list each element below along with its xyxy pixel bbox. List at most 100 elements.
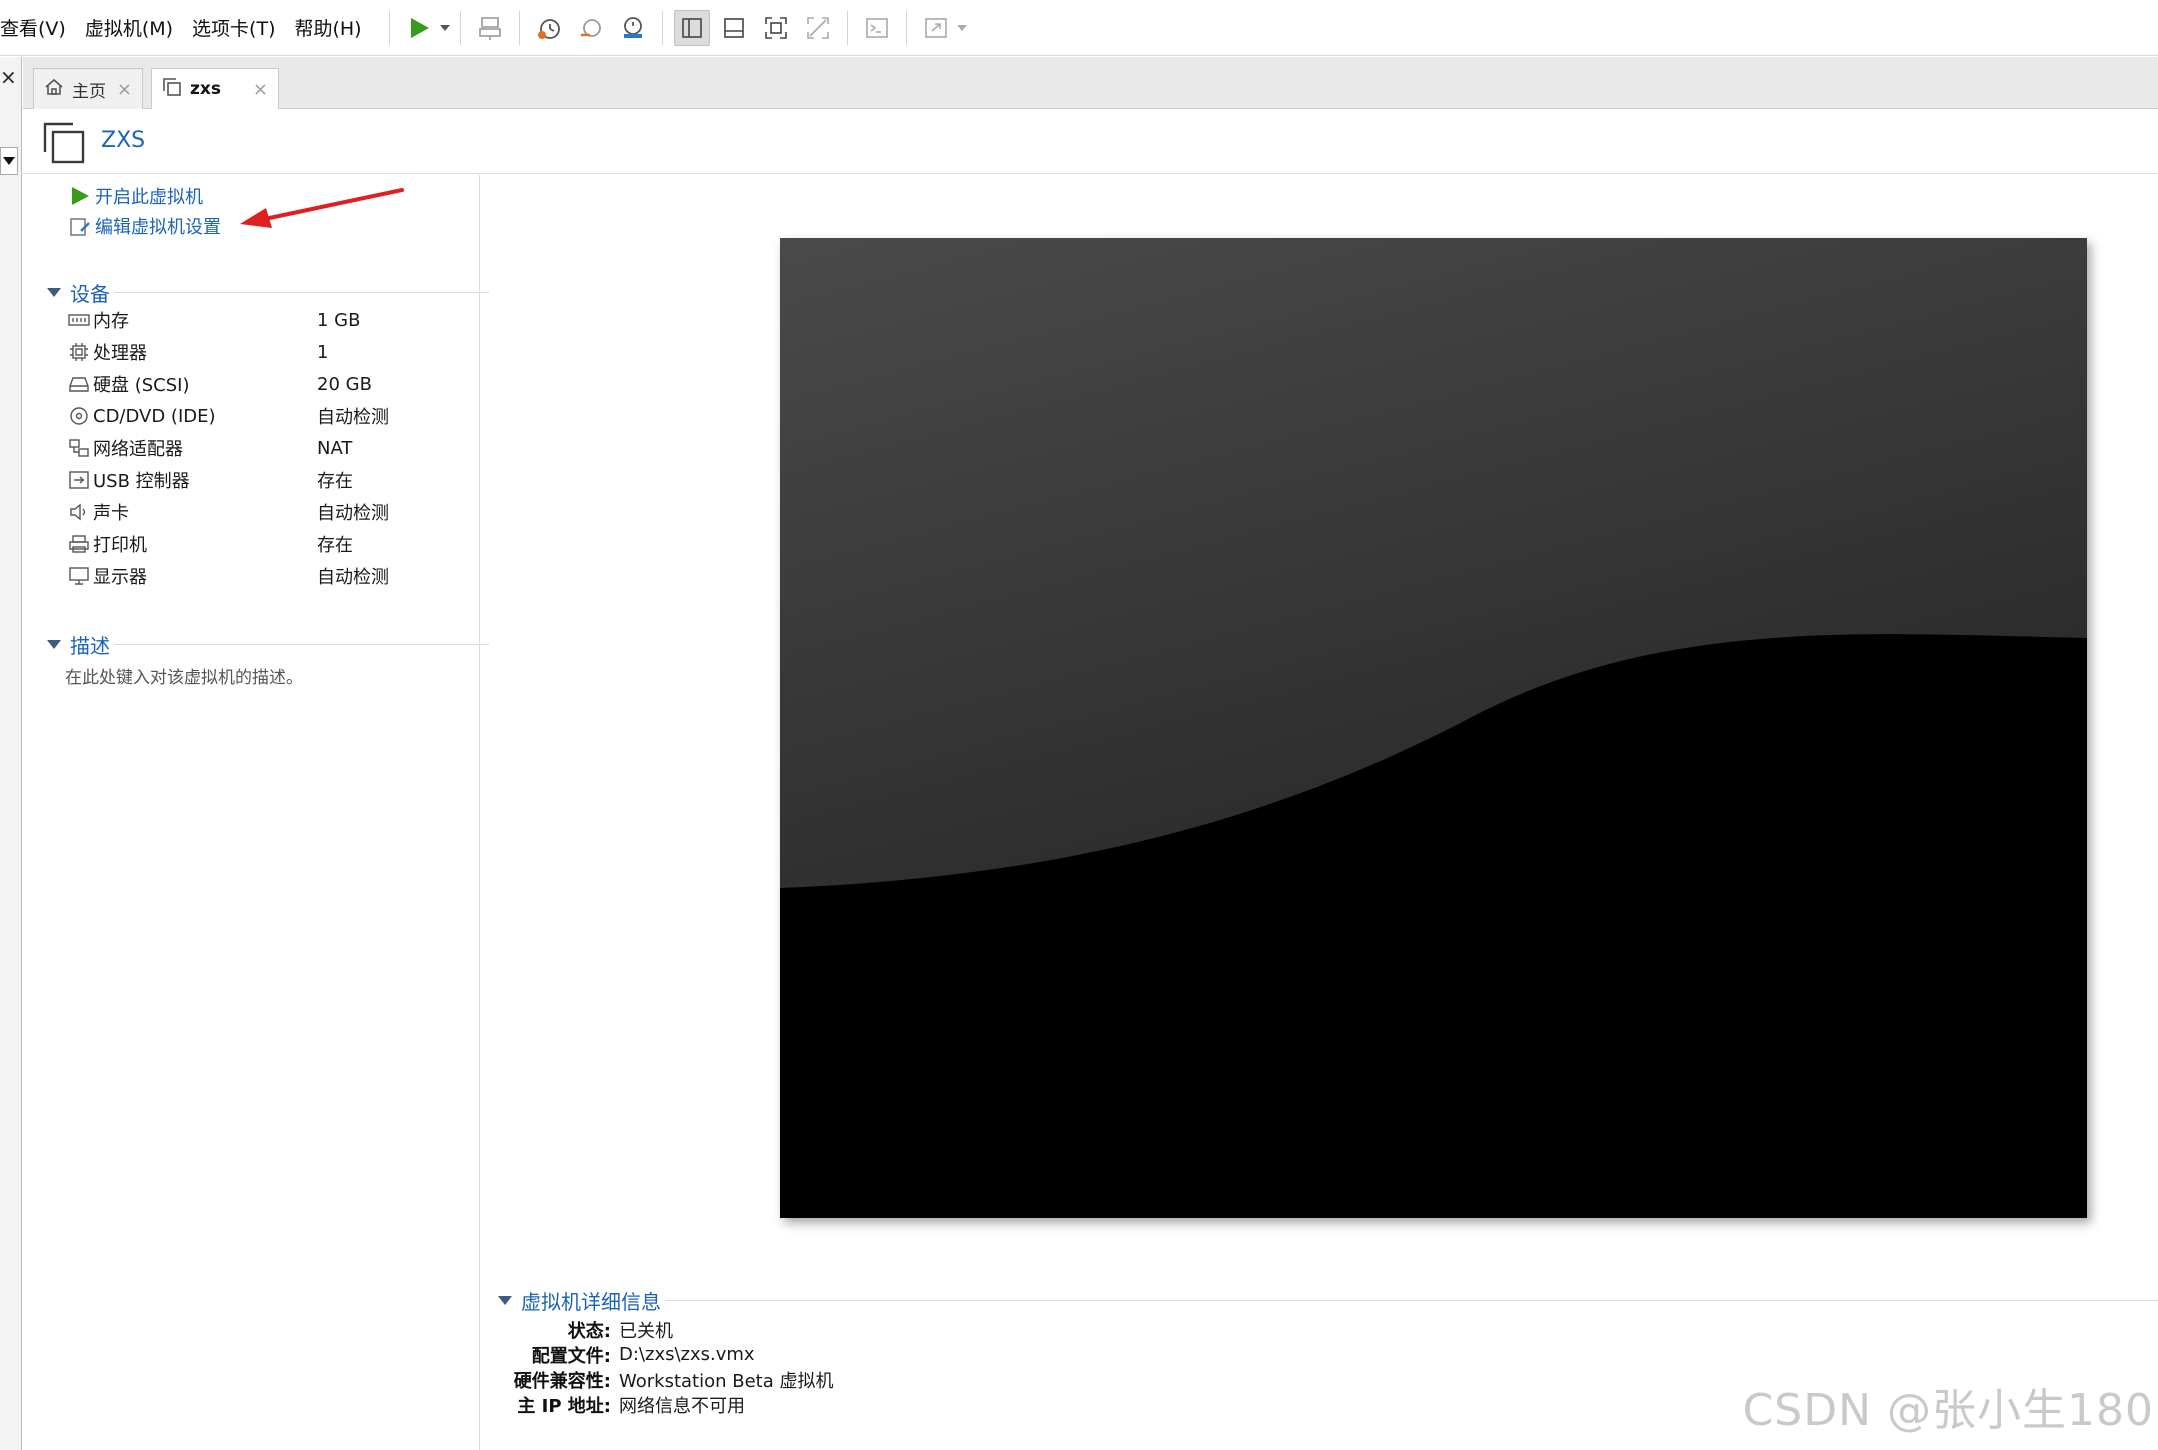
description-field[interactable]: 在此处键入对该虚拟机的描述。 xyxy=(65,663,303,688)
device-value: 存在 xyxy=(317,471,353,492)
edit-vm-settings-label: 编辑虚拟机设置 xyxy=(95,217,221,238)
printer-icon xyxy=(67,532,91,556)
device-row-usb[interactable]: USB 控制器 存在 xyxy=(67,465,467,495)
tab-bar: 主页 × zxs × xyxy=(23,57,2158,109)
tab-zxs[interactable]: zxs × xyxy=(151,68,279,109)
vm-large-icon xyxy=(41,120,87,166)
device-value: 存在 xyxy=(317,535,353,556)
revert-snapshot-icon[interactable] xyxy=(573,10,609,46)
device-row-cpu[interactable]: 处理器 1 xyxy=(67,337,467,367)
device-value: 1 GB xyxy=(317,309,361,331)
memory-icon xyxy=(67,308,91,332)
detail-ip-address: 主 IP 地址: 网络信息不可用 xyxy=(498,1392,1398,1417)
usb-icon xyxy=(67,468,91,492)
send-keys-icon[interactable] xyxy=(472,10,508,46)
fullscreen-icon[interactable] xyxy=(758,10,794,46)
menu-tabs[interactable]: 选项卡(T) xyxy=(192,14,286,41)
detail-key: 主 IP 地址: xyxy=(517,1395,611,1417)
network-adapter-icon xyxy=(67,436,91,460)
device-row-cd-dvd[interactable]: CD/DVD (IDE) 自动检测 xyxy=(67,401,467,431)
close-icon[interactable]: × xyxy=(253,79,268,100)
device-value: 自动检测 xyxy=(317,407,389,428)
thumbnail-view-icon[interactable] xyxy=(716,10,752,46)
collapse-triangle-icon xyxy=(498,1295,512,1305)
chevron-down-icon[interactable] xyxy=(0,147,18,175)
detail-key: 状态: xyxy=(567,1320,611,1342)
snapshot-manager-icon[interactable] xyxy=(615,10,651,46)
description-section-header[interactable]: 描述 xyxy=(47,631,489,658)
stretch-icon[interactable] xyxy=(918,10,954,46)
watermark: CSDN @张小生180 xyxy=(1742,1385,2154,1436)
close-library-icon[interactable]: × xyxy=(0,65,17,89)
device-row-printer[interactable]: 打印机 存在 xyxy=(67,529,467,559)
divider xyxy=(114,291,489,293)
toolbar-separator xyxy=(905,10,907,45)
device-row-sound-card[interactable]: 声卡 自动检测 xyxy=(67,497,467,527)
dropdown-caret-icon[interactable] xyxy=(438,10,452,46)
detail-key: 配置文件: xyxy=(531,1345,611,1367)
device-name: USB 控制器 xyxy=(93,471,190,492)
device-name: 内存 xyxy=(93,311,129,332)
stretch-dropdown-icon[interactable] xyxy=(955,10,969,46)
toolbar-separator xyxy=(388,10,390,45)
detail-key: 硬件兼容性: xyxy=(513,1370,611,1392)
close-icon[interactable]: × xyxy=(117,79,132,100)
cd-dvd-icon xyxy=(67,404,91,428)
detail-state: 状态: 已关机 xyxy=(498,1317,1398,1342)
device-name: 打印机 xyxy=(93,535,147,556)
sound-card-icon xyxy=(67,500,91,524)
cpu-icon xyxy=(67,340,91,364)
device-row-memory[interactable]: 内存 1 GB xyxy=(67,305,467,335)
divider xyxy=(665,1299,2158,1301)
menu-view[interactable]: 查看(V) xyxy=(0,14,77,41)
hard-disk-icon xyxy=(67,372,91,396)
menu-help[interactable]: 帮助(H) xyxy=(294,14,372,41)
vm-summary-panel: 开启此虚拟机 编辑虚拟机设置 设备 内存 1 GB 处理器 1 硬盘 (SCSI… xyxy=(23,175,489,1450)
start-vm-label: 开启此虚拟机 xyxy=(95,187,203,208)
device-name: 网络适配器 xyxy=(93,439,183,460)
detail-config-file: 配置文件: D:\zxs\zxs.vmx xyxy=(498,1342,1398,1367)
devices-heading: 设备 xyxy=(70,281,110,306)
detail-value: D:\zxs\zxs.vmx xyxy=(619,1344,755,1365)
device-value: 1 xyxy=(317,341,329,363)
device-name: CD/DVD (IDE) xyxy=(93,405,216,427)
device-row-hard-disk[interactable]: 硬盘 (SCSI) 20 GB xyxy=(67,369,467,399)
vm-header: ZXS xyxy=(23,110,2158,174)
vm-screen-preview[interactable] xyxy=(780,238,2087,1218)
play-icon[interactable] xyxy=(401,10,437,46)
page-title: ZXS xyxy=(101,128,146,153)
toolbar-separator xyxy=(518,10,520,45)
snapshot-icon[interactable] xyxy=(531,10,567,46)
toolbar-separator xyxy=(661,10,663,45)
device-value: NAT xyxy=(317,437,353,459)
device-value: 自动检测 xyxy=(317,567,389,588)
console-icon[interactable] xyxy=(859,10,895,46)
edit-vm-settings-link[interactable]: 编辑虚拟机设置 xyxy=(69,213,221,239)
details-heading: 虚拟机详细信息 xyxy=(521,1289,661,1314)
vm-thumbnail xyxy=(780,238,2087,1218)
details-section-header[interactable]: 虚拟机详细信息 xyxy=(498,1286,2158,1314)
vm-icon xyxy=(162,77,182,102)
detail-value: Workstation Beta 虚拟机 xyxy=(619,1370,834,1392)
annotation-arrow-icon xyxy=(240,188,404,228)
toolbar-separator xyxy=(459,10,461,45)
detail-value: 已关机 xyxy=(619,1320,673,1342)
library-view-icon[interactable] xyxy=(673,9,710,46)
menu-vm[interactable]: 虚拟机(M) xyxy=(85,14,184,41)
menubar: 查看(V) 虚拟机(M) 选项卡(T) 帮助(H) xyxy=(0,0,2158,56)
device-name: 声卡 xyxy=(93,503,129,524)
start-vm-link[interactable]: 开启此虚拟机 xyxy=(69,183,203,209)
unity-icon[interactable] xyxy=(800,10,836,46)
devices-section-header[interactable]: 设备 xyxy=(47,279,489,306)
detail-hardware-compat: 硬件兼容性: Workstation Beta 虚拟机 xyxy=(498,1367,1398,1392)
device-row-display[interactable]: 显示器 自动检测 xyxy=(67,561,467,591)
tab-home-label: 主页 xyxy=(72,81,106,102)
device-name: 显示器 xyxy=(93,567,147,588)
library-sidebar-collapsed: × xyxy=(0,57,22,1450)
device-row-network-adapter[interactable]: 网络适配器 NAT xyxy=(67,433,467,463)
collapse-triangle-icon xyxy=(47,639,61,649)
tab-home[interactable]: 主页 × xyxy=(33,68,143,109)
display-icon xyxy=(67,564,91,588)
detail-value: 网络信息不可用 xyxy=(619,1395,745,1417)
device-name: 处理器 xyxy=(93,343,147,364)
